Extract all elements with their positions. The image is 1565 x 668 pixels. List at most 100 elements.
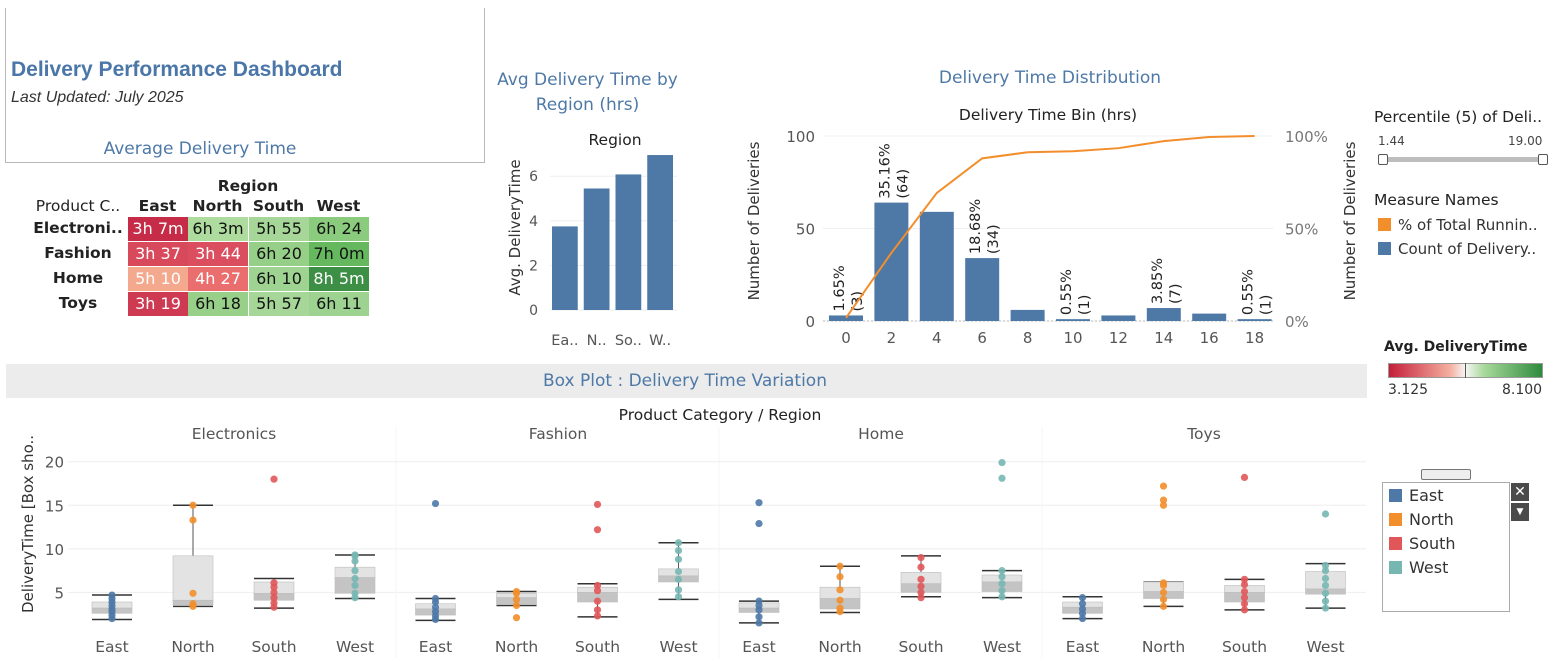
box-point-north [1159, 579, 1168, 587]
box-point-south [917, 553, 925, 562]
slider-handle-min[interactable] [1378, 154, 1388, 165]
heatmap-cell[interactable]: 3h 7m [128, 217, 188, 241]
colorscale-center-mark [1465, 363, 1466, 378]
heatmap-cell[interactable]: 6h 20 [249, 242, 309, 266]
dist-data-label-count: (1) [1259, 295, 1275, 316]
box-point-west [1321, 561, 1330, 570]
box-point-west [674, 593, 683, 601]
colorscale-title: Avg. DeliveryTime [1384, 339, 1528, 355]
heatmap-col-south: South [252, 197, 305, 215]
measure-item-running[interactable]: % of Total Runnin.. [1378, 216, 1538, 234]
blue-swatch [1378, 242, 1391, 255]
box-point-north [512, 614, 521, 622]
boxplot-header: Product Category / Region [619, 406, 822, 424]
north-swatch [1389, 513, 1402, 526]
legend-item-west[interactable]: West [1389, 558, 1448, 580]
slider-max-label: 19.00 [1508, 134, 1543, 148]
heatmap-table[interactable]: Region Product C.. East North South West Elect… [28, 175, 370, 316]
measure-item-count[interactable]: Count of Delivery.. [1378, 240, 1536, 258]
box-point-south [917, 575, 925, 583]
heatmap-cell[interactable]: 5h 55 [249, 217, 309, 241]
box-point-north [189, 600, 197, 608]
measure-item-count-label: Count of Delivery.. [1398, 240, 1537, 258]
boxplot-region-label: South [575, 638, 620, 656]
legend-drag-handle[interactable] [1421, 469, 1471, 480]
dist-xtick: 18 [1245, 329, 1264, 347]
heatmap-cell[interactable]: 8h 5m [309, 267, 369, 291]
heatmap-col-west: West [316, 197, 361, 215]
box-point-north [512, 587, 521, 596]
dist-data-label-count: (64) [895, 169, 911, 199]
box-point-west [998, 580, 1006, 588]
percentile-slider-track[interactable] [1382, 157, 1544, 162]
box-point-west [998, 567, 1006, 575]
heatmap-cell[interactable]: 3h 44 [188, 242, 248, 266]
box-point-north [189, 516, 197, 524]
distribution-title: Delivery Time Distribution [938, 68, 1162, 88]
dist-bar-4 [919, 211, 954, 321]
box-point-east [1078, 594, 1087, 602]
heatmap-cell[interactable]: 6h 24 [309, 217, 369, 241]
heatmap-cell[interactable]: 3h 19 [128, 292, 188, 316]
bar-ytick: 4 [529, 214, 538, 230]
dist-bar-10 [1056, 319, 1090, 321]
box-point-north [189, 501, 197, 509]
slider-handle-max[interactable] [1538, 154, 1548, 165]
heatmap-col-north: North [192, 197, 243, 215]
dropdown-icon[interactable]: ▼ [1511, 503, 1529, 521]
heatmap-cell[interactable]: 5h 10 [128, 267, 188, 291]
heatmap-cell[interactable]: 4h 27 [188, 267, 248, 291]
heatmap-row-label: Electroni.. [33, 219, 123, 237]
box-point-west [351, 551, 359, 559]
heatmap-cell[interactable]: 6h 18 [188, 292, 248, 316]
heatmap-cell[interactable]: 6h 3m [188, 217, 248, 241]
box-point-west [998, 474, 1006, 482]
dist-xtick: 16 [1200, 329, 1219, 347]
dist-bar-12 [1101, 315, 1136, 321]
region-legend[interactable]: East North South West ✕ ▼ [1382, 482, 1529, 612]
box-point-west [351, 574, 359, 583]
boxplot-region-label: South [1222, 638, 1267, 656]
box-point-west [351, 589, 359, 597]
heatmap-cell[interactable]: 6h 10 [249, 267, 309, 291]
dist-bar-8 [1010, 309, 1045, 321]
dist-data-label: 1.65% [832, 265, 848, 311]
boxplot-region-label: North [171, 638, 214, 656]
bar-xtick: Ea.. [551, 333, 578, 349]
heatmap-cell[interactable]: 7h 0m [309, 242, 369, 266]
heatmap-cell[interactable]: 5h 57 [249, 292, 309, 316]
distribution-chart[interactable]: Delivery Time Bin (hrs)0501000%50%100%Nu… [733, 103, 1365, 348]
region-bar-chart[interactable]: Region 0 2 4 6 Avg. DeliveryTime Ea.. N.. So.. W.… [495, 127, 680, 350]
box-point-west [1321, 574, 1330, 583]
box-point-south [593, 606, 602, 614]
legend-item-north[interactable]: North [1389, 510, 1454, 532]
boxplot-chart[interactable]: Product Category / Region DeliveryTime [B… [6, 403, 1367, 661]
bar-xtick: W.. [649, 333, 671, 349]
dist-data-label: 35.16% [877, 143, 893, 198]
boxplot-region-label: East [1066, 638, 1099, 656]
box-point-east [431, 499, 440, 508]
legend-item-east[interactable]: East [1389, 486, 1444, 508]
box-point-west [351, 567, 359, 575]
bar-ytick: 0 [529, 303, 538, 319]
box-point-west [1321, 597, 1330, 605]
close-icon[interactable]: ✕ [1511, 483, 1529, 501]
west-swatch [1389, 561, 1402, 574]
boxplot-category-label: Fashion [529, 425, 588, 443]
heatmap-cell[interactable]: 6h 11 [309, 292, 369, 316]
box-point-south [593, 526, 602, 534]
box-point-west [674, 539, 683, 547]
legend-item-south[interactable]: South [1389, 534, 1456, 556]
dist-xtick: 8 [1023, 329, 1033, 347]
bar-chart-header: Region [588, 131, 641, 149]
bar-ylabel: Avg. DeliveryTime [506, 159, 524, 295]
heatmap-cell[interactable]: 3h 37 [128, 242, 188, 266]
boxplot-category-label: Home [858, 425, 904, 443]
box-point-east [108, 591, 116, 599]
heatmap-row-label: Fashion [44, 244, 112, 262]
bar-region-2 [615, 174, 642, 310]
dist-y2tick: 100% [1285, 128, 1328, 146]
dist-data-label: 0.55% [1241, 269, 1257, 315]
dist-data-label: 0.55% [1059, 269, 1075, 315]
bar-ytick: 6 [529, 169, 538, 185]
